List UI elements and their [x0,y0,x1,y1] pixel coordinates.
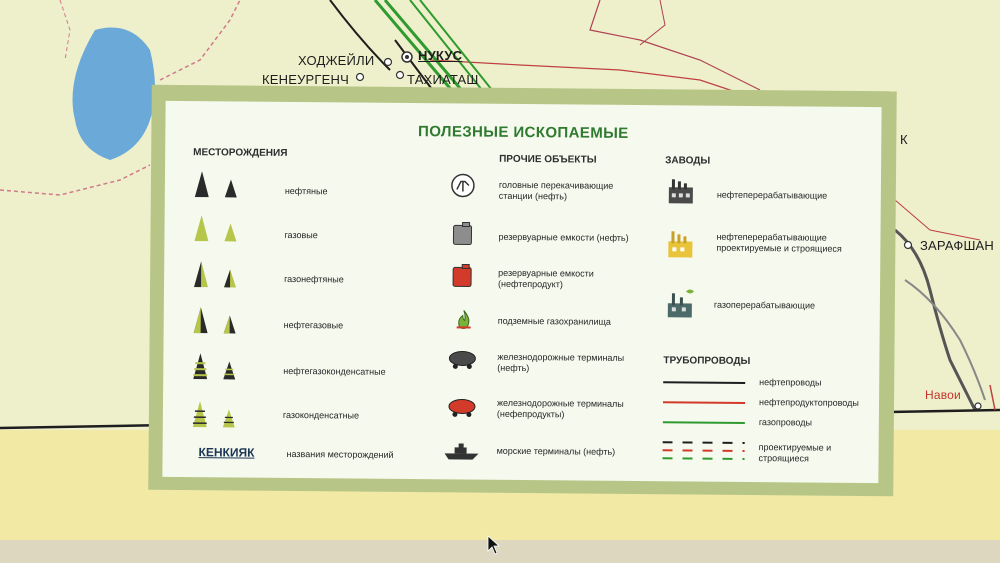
pipelines-header: ТРУБОПРОВОДЫ [663,355,751,367]
pump-station-icon [451,173,475,198]
gas-deposit-triangle-small [224,223,237,242]
other-label-ship: морские терминалы (нефть) [496,445,616,457]
other-label-product-tank: резервуарные емкости (нефтепродукт) [498,267,594,290]
oil-gas-condensate-deposit-triangle-small [223,361,236,380]
legend-inner: ПОЛЕЗНЫЕ ИСКОПАЕМЫЕ МЕСТОРОЖДЕНИЯ нефтян… [162,100,882,484]
planned-gas-pipeline-dash [662,457,745,460]
gas-condensate-deposit-triangle-small [222,409,235,428]
gas-oil-deposit-triangle-large [194,261,209,288]
pipeline-label-product: нефтепродуктопроводы [758,397,859,408]
product-pipeline-line [663,401,746,404]
deposit-name-sample: КЕНКИЯК [198,445,255,460]
gas-pipeline-line [662,421,745,424]
legend-panel: ПОЛЕЗНЫЕ ИСКОПАЕМЫЕ МЕСТОРОЖДЕНИЯ нефтян… [148,84,897,497]
deposit-label-gas-condensate: газоконденсатные [282,409,360,421]
other-label-gas-storage: подземные газохранилища [497,315,611,327]
other-label-pump-station: головные перекачивающие станции (нефть) [498,179,614,202]
refinery-icon [668,179,693,204]
deposit-label-oil-gas-condensate: нефтегазоконденсатные [283,365,386,377]
oil-gas-deposit-triangle-small [223,315,236,334]
planned-oil-pipeline-dash [662,441,745,444]
other-label-rail-oil: железнодорожные терминалы (нефть) [497,351,625,374]
city-label-takhiatash: ТАХИАТАШ [407,72,479,87]
other-objects-header: ПРОЧИЕ ОБЪЕКТЫ [499,153,597,166]
oil-tank-icon [452,221,473,246]
legend-title: ПОЛЕЗНЫЕ ИСКОПАЕМЫЕ [418,123,629,142]
plant-label-gas-plant: газоперерабатывающие [713,299,816,311]
deposit-label-oil-gas: нефтегазовые [283,319,344,331]
other-label-oil-tank: резервуарные емкости (нефть) [498,231,629,243]
gas-plant-icon [667,289,694,318]
plant-label-planned-refinery: нефтеперерабатывающие проектируемые и ст… [716,231,842,254]
planned-product-pipeline-dash [662,449,745,452]
planned-refinery-icon [668,231,693,258]
deposit-label-gas-oil: газонефтяные [284,273,344,285]
oil-gas-deposit-triangle-large [193,307,208,334]
gas-oil-deposit-triangle-small [224,269,237,288]
deposit-label-oil: нефтяные [284,185,328,197]
city-label-keneurgench: КЕНЕУРГЕНЧ [262,72,349,87]
rail-tank-oil-icon [448,350,476,370]
oil-gas-condensate-deposit-triangle-large [193,353,208,380]
plant-label-refinery: нефтеперерабатывающие [716,189,828,201]
pipeline-label-oil: нефтепроводы [759,377,822,388]
city-label-zarafshan: ЗАРАФШАН [920,238,995,253]
plants-header: ЗАВОДЫ [665,155,711,167]
gas-storage-flame-icon [456,310,471,329]
oil-deposit-triangle-small [224,179,237,198]
mouse-cursor-icon [487,535,501,555]
pipeline-label-gas: газопроводы [758,417,813,428]
gas-condensate-deposit-triangle-large [192,401,207,428]
deposit-name-sample-label: названия месторождений [286,448,394,460]
deposit-label-gas: газовые [284,229,318,241]
city-label-partial-k: К [900,132,908,147]
deposits-header: МЕСТОРОЖДЕНИЯ [193,147,288,159]
city-label-nukus: НУКУС [418,48,463,63]
rail-tank-product-icon [448,398,476,418]
gas-deposit-triangle-large [194,215,209,242]
pipeline-label-planned: проектируемые и строящиеся [758,442,832,464]
city-label-khodzheyli: ХОДЖЕЙЛИ [298,53,375,68]
ship-icon [444,443,479,460]
oil-pipeline-line [663,381,746,384]
city-label-navoi: Навои [925,388,961,402]
other-label-rail-product: железнодорожные терминалы (нефепродукты) [496,397,624,420]
oil-deposit-triangle-large [194,171,209,198]
product-tank-icon [452,263,472,288]
